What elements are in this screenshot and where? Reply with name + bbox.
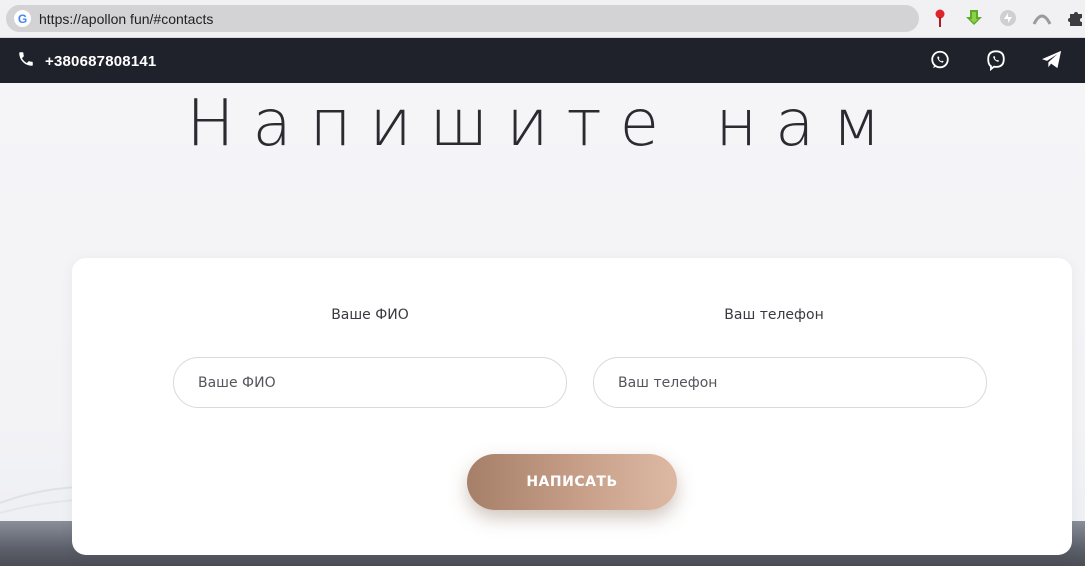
pin-icon[interactable] — [930, 8, 950, 28]
phone-label: Ваш телефон — [724, 307, 824, 323]
contact-section: Напишите нам Ваше ФИО Ваш телефон НАПИСА… — [0, 83, 1085, 566]
phone-input[interactable] — [593, 357, 987, 408]
profile-icon[interactable] — [1032, 8, 1052, 28]
download-icon[interactable] — [964, 8, 984, 28]
submit-button[interactable]: НАПИСАТЬ — [467, 454, 677, 510]
telegram-icon[interactable] — [1040, 48, 1064, 72]
name-label: Ваше ФИО — [331, 307, 409, 323]
address-bar[interactable]: G https://apollon fun/#contacts — [6, 5, 919, 32]
sync-icon[interactable] — [998, 8, 1018, 28]
page-title: Напишите нам — [186, 87, 899, 161]
browser-toolbar: G https://apollon fun/#contacts — [0, 0, 1085, 38]
site-topbar: +380687808141 — [0, 38, 1085, 83]
phone-link[interactable]: +380687808141 — [17, 50, 156, 72]
puzzle-icon[interactable] — [1066, 8, 1085, 28]
google-icon: G — [14, 10, 31, 27]
phone-icon — [17, 50, 35, 72]
viber-icon[interactable] — [984, 48, 1008, 72]
extension-icons — [930, 8, 1085, 28]
url-text[interactable]: https://apollon fun/#contacts — [39, 11, 213, 27]
name-input[interactable] — [173, 357, 567, 408]
whatsapp-icon[interactable] — [928, 48, 952, 72]
phone-number[interactable]: +380687808141 — [45, 53, 156, 70]
contact-form: Ваше ФИО Ваш телефон НАПИСАТЬ — [72, 258, 1072, 555]
